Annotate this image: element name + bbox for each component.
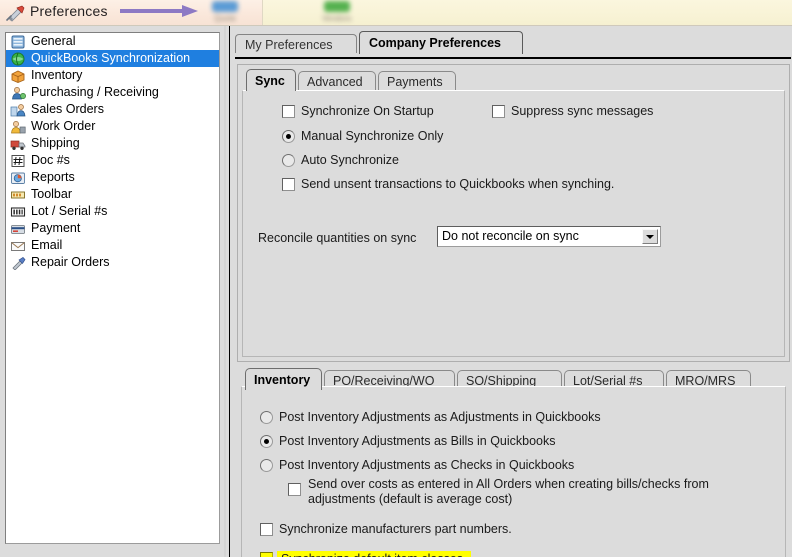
sidebar-item-label: Payment [31,221,81,235]
person-sales-icon [10,103,26,117]
label-synchronize-on-startup: Synchronize On Startup [301,104,434,118]
sidebar-item-general[interactable]: General [6,33,219,50]
label-auto-synchronize: Auto Synchronize [301,153,399,167]
top-toolbar: Preferences Quote Vendors [0,0,792,26]
label-manual-synchronize-only: Manual Synchronize Only [301,129,444,143]
sync-group-box: Sync Advanced Payments Synchronize On St… [237,64,790,362]
label-sync-default-item-classes: Synchronize default item classes. [277,551,471,557]
toolbar-icon [10,188,26,202]
toolbar-item-quote[interactable]: Quote [212,1,238,23]
tab-advanced[interactable]: Advanced [298,71,376,91]
preferences-window: Preferences Quote Vendors General QuickBo… [0,0,792,557]
checkbox-synchronize-on-startup[interactable] [282,105,295,118]
box-icon [10,69,26,83]
sidebar-item-label: Lot / Serial #s [31,204,108,218]
sidebar-item-label: QuickBooks Synchronization [31,51,191,65]
pie-report-icon [10,171,26,185]
truck-icon [10,137,26,151]
inventory-group-box: Inventory PO/Receiving/WO SO/Shipping Lo… [237,364,788,557]
sidebar-item-lot-serial-s[interactable]: Lot / Serial #s [6,203,219,220]
pane-splitter[interactable] [224,26,226,557]
window-body: General QuickBooks Synchronization Invento… [0,26,792,557]
tab-my-preferences[interactable]: My Preferences [235,34,357,53]
tab-company-preferences[interactable]: Company Preferences [359,31,523,54]
sidebar-item-label: Work Order [31,119,96,133]
pane-splitter-line [229,26,230,557]
checkbox-sync-default-item-classes[interactable] [260,552,273,557]
toolbar-divider [262,0,263,26]
outer-tab-underline [235,57,791,59]
person-work-icon [10,120,26,134]
tab-sync[interactable]: Sync [246,69,296,91]
person-purchase-icon [10,86,26,100]
preferences-category-list[interactable]: General QuickBooks Synchronization Invento… [5,32,220,544]
label-sync-manufacturers-part-numbers: Synchronize manufacturers part numbers. [279,522,512,536]
inventory-tab-panel: Post Inventory Adjustments as Adjustment… [241,386,786,557]
radio-post-as-bills[interactable] [260,435,273,448]
tab-inventory[interactable]: Inventory [245,368,322,390]
repair-tool-icon [10,256,26,271]
outer-tab-strip: My Preferences Company Preferences [235,31,791,59]
barcode-icon [10,205,26,219]
sidebar-item-label: Purchasing / Receiving [31,85,159,99]
label-post-as-checks: Post Inventory Adjustments as Checks in … [279,458,575,472]
label-suppress-sync-messages: Suppress sync messages [511,104,654,118]
label-send-over-costs: Send over costs as entered in All Orders… [308,477,709,506]
label-post-as-adjustments: Post Inventory Adjustments as Adjustment… [279,410,601,424]
tab-payments[interactable]: Payments [378,71,456,91]
checkbox-sync-manufacturers-part-numbers[interactable] [260,523,273,536]
sidebar-item-payment[interactable]: Payment [6,220,219,237]
sidebar-item-toolbar[interactable]: Toolbar [6,186,219,203]
checkbox-suppress-sync-messages[interactable] [492,105,505,118]
label-post-as-bills: Post Inventory Adjustments as Bills in Q… [279,434,556,448]
sidebar-item-label: Doc #s [31,153,70,167]
sidebar-item-work-order[interactable]: Work Order [6,118,219,135]
sidebar-item-email[interactable]: Email [6,237,219,254]
label-reconcile-quantities: Reconcile quantities on sync [258,231,417,245]
dropdown-reconcile-quantities[interactable]: Do not reconcile on sync [437,226,661,247]
hash-page-icon [10,154,26,168]
checkbox-send-unsent-transactions[interactable] [282,178,295,191]
sidebar-item-label: Shipping [31,136,80,150]
sidebar-item-label: Inventory [31,68,83,82]
sidebar-item-reports[interactable]: Reports [6,169,219,186]
right-pane: My Preferences Company Preferences Sync … [231,26,792,557]
dropdown-reconcile-value: Do not reconcile on sync [442,229,579,243]
toolbar-item-vendors[interactable]: Vendors [322,1,351,23]
sidebar-item-purchasing-receiving[interactable]: Purchasing / Receiving [6,84,219,101]
checkbox-send-over-costs[interactable] [288,483,301,496]
radio-post-as-checks[interactable] [260,459,273,472]
sidebar-item-label: Reports [31,170,75,184]
sidebar-item-label: Toolbar [31,187,72,201]
sidebar-item-quickbooks-synchronization[interactable]: QuickBooks Synchronization [6,50,219,67]
sidebar-item-inventory[interactable]: Inventory [6,67,219,84]
purple-arrow-annotation [120,5,198,17]
globe-sync-icon [10,52,26,66]
sidebar-item-label: Repair Orders [31,255,110,269]
wrench-screwdriver-icon [6,5,25,22]
window-title: Preferences [30,3,108,19]
credit-card-icon [10,222,26,236]
radio-manual-synchronize-only[interactable] [282,130,295,143]
radio-post-as-adjustments[interactable] [260,411,273,424]
sidebar-item-label: Email [31,238,63,252]
chevron-down-icon[interactable] [642,229,658,244]
sidebar-item-label: Sales Orders [31,102,104,116]
radio-auto-synchronize[interactable] [282,154,295,167]
sidebar-item-repair-orders[interactable]: Repair Orders [6,254,219,271]
sidebar-item-shipping[interactable]: Shipping [6,135,219,152]
server-icon [10,35,26,49]
sidebar-item-doc-s[interactable]: Doc #s [6,152,219,169]
sync-tab-panel: Synchronize On Startup Suppress sync mes… [242,90,785,357]
envelope-icon [10,239,26,253]
sidebar-item-sales-orders[interactable]: Sales Orders [6,101,219,118]
sidebar-item-label: General [31,34,76,48]
label-send-unsent-transactions: Send unsent transactions to Quickbooks w… [301,177,615,191]
